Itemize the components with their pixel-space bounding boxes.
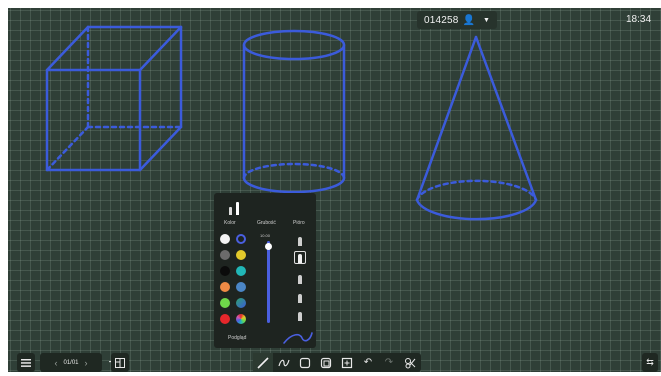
- whiteboard-canvas[interactable]: [0, 0, 661, 376]
- swap-icon[interactable]: ⇆: [642, 353, 658, 372]
- page-navigation: ‹ 01/01 › +: [17, 353, 129, 372]
- pen-type-marker-icon[interactable]: [298, 237, 302, 246]
- tools-toolbar: ↶ ↷: [253, 353, 421, 372]
- pen-column-label: Pióro: [293, 220, 305, 226]
- color-swatch[interactable]: [236, 282, 246, 292]
- user-icon: 👤: [462, 14, 476, 26]
- color-swatch[interactable]: [236, 314, 246, 324]
- color-swatch[interactable]: [220, 250, 230, 260]
- select-tool-icon[interactable]: [316, 353, 336, 372]
- pen-preview-icon: [228, 199, 248, 217]
- insert-tool-icon[interactable]: [337, 353, 357, 372]
- stroke-preview-icon: [283, 332, 313, 344]
- color-swatch[interactable]: [236, 298, 246, 308]
- caret-down-icon: ▼: [483, 16, 490, 24]
- clear-tool-icon[interactable]: [400, 353, 420, 372]
- color-swatch[interactable]: [220, 298, 230, 308]
- cylinder-drawing: [242, 29, 346, 194]
- room-selector[interactable]: 014258 👤 ▼: [417, 11, 497, 29]
- thickness-slider-handle[interactable]: [265, 243, 272, 250]
- menu-icon[interactable]: [17, 353, 35, 372]
- room-code: 014258: [424, 14, 459, 26]
- color-swatch[interactable]: [236, 250, 246, 260]
- pen-type-calligraphy-icon[interactable]: [298, 312, 302, 321]
- shape-tool-icon[interactable]: [295, 353, 315, 372]
- pen-palette: Kolor Grubość Pióro 10.00 Podgląd: [214, 193, 316, 348]
- chevron-left-icon[interactable]: ‹: [54, 358, 57, 368]
- thickness-column-label: Grubość: [257, 220, 276, 226]
- pen-tool-icon[interactable]: [253, 353, 273, 372]
- page-indicator: 01/01: [63, 359, 79, 366]
- pen-type-pencil-icon[interactable]: [298, 254, 302, 263]
- cube-drawing: [45, 25, 183, 172]
- page-switcher: ‹ 01/01 ›: [40, 353, 102, 372]
- color-swatch[interactable]: [220, 266, 230, 276]
- pages-icon[interactable]: [111, 353, 129, 372]
- chevron-right-icon[interactable]: ›: [85, 358, 88, 368]
- color-swatch[interactable]: [220, 314, 230, 324]
- color-swatch[interactable]: [220, 234, 230, 244]
- pen-type-highlighter-icon[interactable]: [298, 294, 302, 303]
- clock: 18:34: [626, 14, 652, 25]
- thickness-slider[interactable]: [267, 241, 270, 323]
- thickness-value: 10.00: [260, 233, 271, 238]
- undo-icon[interactable]: ↶: [358, 353, 378, 372]
- pen-type-brush-icon[interactable]: [298, 275, 302, 284]
- eraser-tool-icon[interactable]: [274, 353, 294, 372]
- cone-drawing: [415, 35, 538, 221]
- color-column-label: Kolor: [224, 220, 236, 226]
- stroke-preview: Podgląd: [214, 329, 316, 348]
- color-swatch[interactable]: [220, 282, 230, 292]
- redo-icon[interactable]: ↷: [379, 353, 399, 372]
- window-bottom-edge: [0, 372, 661, 376]
- color-swatch-selected[interactable]: [236, 234, 246, 244]
- color-swatch[interactable]: [236, 266, 246, 276]
